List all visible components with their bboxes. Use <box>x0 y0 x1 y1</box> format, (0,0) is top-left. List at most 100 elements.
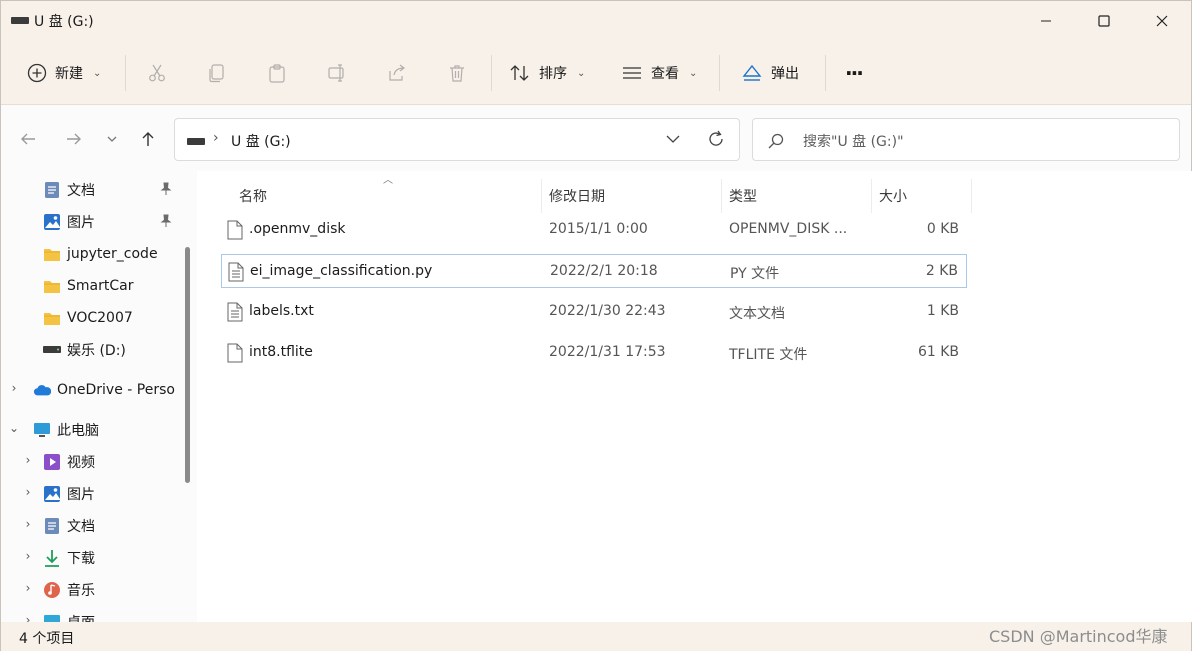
sidebar-item-drive-d[interactable]: 娱乐 (D:) <box>43 336 126 364</box>
close-button[interactable] <box>1133 1 1191 41</box>
sidebar-scrollbar[interactable] <box>185 247 190 483</box>
column-divider[interactable] <box>721 179 722 213</box>
rename-icon <box>328 64 344 82</box>
sidebar-item-smartcar[interactable]: SmartCar <box>43 272 133 300</box>
folder-icon <box>43 309 61 327</box>
file-type: PY 文件 <box>730 266 780 282</box>
expand-chevron-icon[interactable]: › <box>21 581 35 595</box>
chevron-down-icon: ⌄ <box>577 67 586 79</box>
downloads-icon <box>43 549 61 567</box>
sidebar-item-jupyter-code[interactable]: jupyter_code <box>43 240 158 268</box>
sidebar-item-voc2007[interactable]: VOC2007 <box>43 304 133 332</box>
search-box[interactable]: 搜索"U 盘 (G:)" <box>752 118 1180 161</box>
column-header-size[interactable]: 大小 <box>879 179 907 213</box>
expand-chevron-icon[interactable]: › <box>21 453 35 467</box>
onedrive-icon <box>33 381 51 399</box>
file-date: 2022/1/30 22:43 <box>549 303 666 319</box>
back-button[interactable] <box>15 126 41 152</box>
sidebar-item-this-pc[interactable]: ⌄ 此电脑 <box>9 416 99 444</box>
maximize-button[interactable] <box>1075 1 1133 41</box>
share-button[interactable] <box>387 51 407 95</box>
sidebar-item-pictures-pinned[interactable]: 图片 <box>43 208 95 236</box>
sidebar-item-music[interactable]: › 音乐 <box>26 576 95 604</box>
expand-chevron-icon[interactable]: › <box>21 517 35 531</box>
arrow-up-icon <box>142 132 154 146</box>
window-title: U 盘 (G:) <box>34 14 94 30</box>
refresh-icon <box>709 130 723 146</box>
more-options-button[interactable]: ··· <box>845 51 864 95</box>
recent-locations-button[interactable] <box>99 126 125 152</box>
sidebar-item-documents-pinned[interactable]: 文档 <box>43 176 95 204</box>
view-label: 查看 <box>651 66 679 82</box>
column-divider[interactable] <box>871 179 872 213</box>
chevron-down-icon <box>107 136 117 142</box>
text-file-icon <box>227 302 243 326</box>
file-type: OPENMV_DISK ... <box>729 221 848 237</box>
column-divider[interactable] <box>971 179 972 213</box>
file-row[interactable]: .openmv_disk 2015/1/1 0:00 OPENMV_DISK .… <box>221 213 967 247</box>
sort-ascending-icon: ︿ <box>383 175 393 186</box>
view-button[interactable]: 查看 ⌄ <box>621 51 697 95</box>
sidebar-item-label: 文档 <box>67 183 95 199</box>
sidebar-item-label: VOC2007 <box>67 310 133 326</box>
delete-button[interactable] <box>447 51 467 95</box>
refresh-button[interactable] <box>706 129 726 153</box>
sidebar-item-downloads[interactable]: › 下载 <box>26 544 95 572</box>
file-explorer-window: U 盘 (G:) 新建 ⌄ 排序 ⌄ 查看 ⌄ 弹出 ··· › U 盘 (G:… <box>0 0 1192 651</box>
file-date: 2015/1/1 0:00 <box>549 221 648 237</box>
arrow-right-icon <box>67 133 81 145</box>
new-button[interactable]: 新建 ⌄ <box>27 51 101 95</box>
address-bar[interactable]: › U 盘 (G:) <box>174 118 740 161</box>
column-header-name[interactable]: 名称 <box>239 179 267 213</box>
column-header-date[interactable]: 修改日期 <box>549 179 605 213</box>
clipboard-icon <box>269 64 285 83</box>
drive-icon <box>187 138 205 145</box>
file-row-selected[interactable]: ei_image_classification.py 2022/2/1 20:1… <box>221 254 967 288</box>
file-name: int8.tflite <box>249 344 313 360</box>
new-label: 新建 <box>55 66 83 82</box>
chevron-down-icon <box>666 135 680 143</box>
eject-button[interactable]: 弹出 <box>741 51 799 95</box>
breadcrumb-current[interactable]: U 盘 (G:) <box>231 131 291 151</box>
forward-button[interactable] <box>61 126 87 152</box>
sidebar-item-videos[interactable]: › 视频 <box>26 448 95 476</box>
chevron-down-icon: ⌄ <box>93 67 102 79</box>
arrow-left-icon <box>21 133 35 145</box>
rename-button[interactable] <box>327 51 347 95</box>
minimize-button[interactable] <box>1017 1 1075 41</box>
file-row[interactable]: int8.tflite 2022/1/31 17:53 TFLITE 文件 61… <box>221 336 967 370</box>
column-divider[interactable] <box>541 179 542 213</box>
up-button[interactable] <box>135 126 161 152</box>
breadcrumb-separator: › <box>213 130 219 146</box>
sidebar-item-pictures[interactable]: › 图片 <box>26 480 95 508</box>
navigation-row: › U 盘 (G:) 搜索"U 盘 (G:)" <box>1 105 1191 171</box>
sidebar-item-label: 文档 <box>67 519 95 535</box>
sidebar-item-onedrive[interactable]: › OneDrive - Perso <box>12 376 175 404</box>
expand-chevron-icon[interactable]: › <box>21 485 35 499</box>
expand-chevron-icon[interactable]: › <box>21 613 35 622</box>
collapse-chevron-icon[interactable]: ⌄ <box>7 421 21 435</box>
pictures-icon <box>43 213 61 231</box>
trash-icon <box>450 65 464 82</box>
sort-button[interactable]: 排序 ⌄ <box>509 51 585 95</box>
file-size: 2 KB <box>925 263 958 279</box>
file-row[interactable]: labels.txt 2022/1/30 22:43 文本文档 1 KB <box>221 295 967 329</box>
file-name: .openmv_disk <box>249 221 346 237</box>
expand-chevron-icon[interactable]: › <box>7 381 21 395</box>
column-header-type[interactable]: 类型 <box>729 179 757 213</box>
sidebar-item-label: OneDrive - Perso <box>57 382 175 398</box>
scissors-icon <box>149 64 165 82</box>
copy-button[interactable] <box>207 51 227 95</box>
chevron-down-icon: ⌄ <box>689 67 698 79</box>
address-history-button[interactable] <box>665 131 681 151</box>
sidebar-item-documents[interactable]: › 文档 <box>26 512 95 540</box>
cut-button[interactable] <box>147 51 167 95</box>
expand-chevron-icon[interactable]: › <box>21 549 35 563</box>
sort-icon <box>510 65 529 81</box>
sidebar-item-desktop[interactable]: › 桌面 <box>26 608 95 622</box>
toolbar-divider <box>825 55 826 91</box>
file-name: ei_image_classification.py <box>250 263 433 279</box>
search-input[interactable]: 搜索"U 盘 (G:)" <box>803 131 904 151</box>
close-icon <box>1156 15 1168 27</box>
paste-button[interactable] <box>267 51 287 95</box>
